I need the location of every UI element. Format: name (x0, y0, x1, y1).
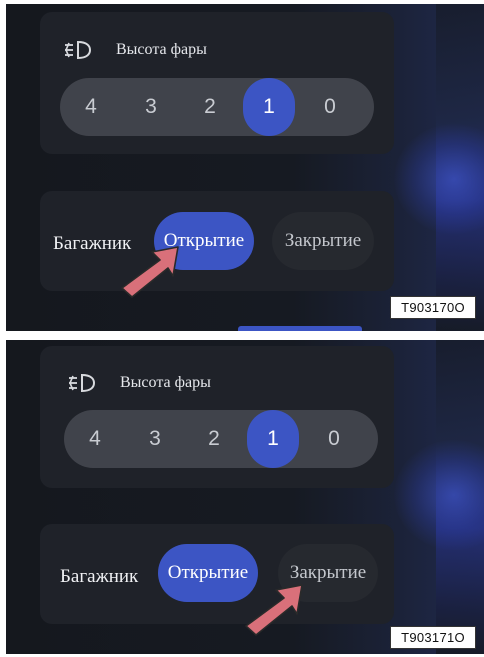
headlight-card: Высота фары 4 3 2 1 0 (40, 12, 394, 154)
background-glow (394, 440, 484, 550)
bottom-tab-indicator (238, 326, 362, 331)
trunk-close-button[interactable]: Закрытие (272, 212, 374, 270)
level-option-3[interactable]: 3 (129, 410, 181, 468)
headlight-level-selector: 4 3 2 1 0 (60, 78, 374, 136)
headlight-level-icon (69, 373, 96, 393)
level-option-4[interactable]: 4 (65, 78, 117, 136)
level-option-2[interactable]: 2 (188, 410, 240, 468)
screenshot-open: Высота фары 4 3 2 1 0 Багажник Открытие … (6, 4, 484, 331)
pointer-arrow-icon (245, 584, 303, 636)
level-option-0[interactable]: 0 (304, 78, 356, 136)
trunk-card: Багажник Открытие Закрытие (40, 524, 394, 624)
headlight-card: Высота фары 4 3 2 1 0 (40, 346, 394, 488)
pointer-arrow-icon (121, 246, 179, 298)
headlight-level-selector: 4 3 2 1 0 (64, 410, 378, 468)
headlight-title: Высота фары (120, 374, 211, 391)
level-option-4[interactable]: 4 (69, 410, 121, 468)
level-option-0[interactable]: 0 (308, 410, 360, 468)
level-option-1-selected[interactable]: 1 (247, 410, 299, 468)
screenshot-close: Высота фары 4 3 2 1 0 Багажник Открытие … (6, 340, 484, 654)
headlight-level-icon (65, 40, 92, 60)
level-option-2[interactable]: 2 (184, 78, 236, 136)
trunk-label: Багажник (60, 566, 139, 587)
trunk-card: Багажник Открытие Закрытие (40, 191, 394, 291)
level-option-1-selected[interactable]: 1 (243, 78, 295, 136)
figure-reference-code: T903171O (390, 626, 476, 649)
level-option-3[interactable]: 3 (125, 78, 177, 136)
headlight-title: Высота фары (116, 41, 207, 58)
figure-reference-code: T903170O (390, 296, 476, 319)
background-glow (394, 124, 484, 234)
